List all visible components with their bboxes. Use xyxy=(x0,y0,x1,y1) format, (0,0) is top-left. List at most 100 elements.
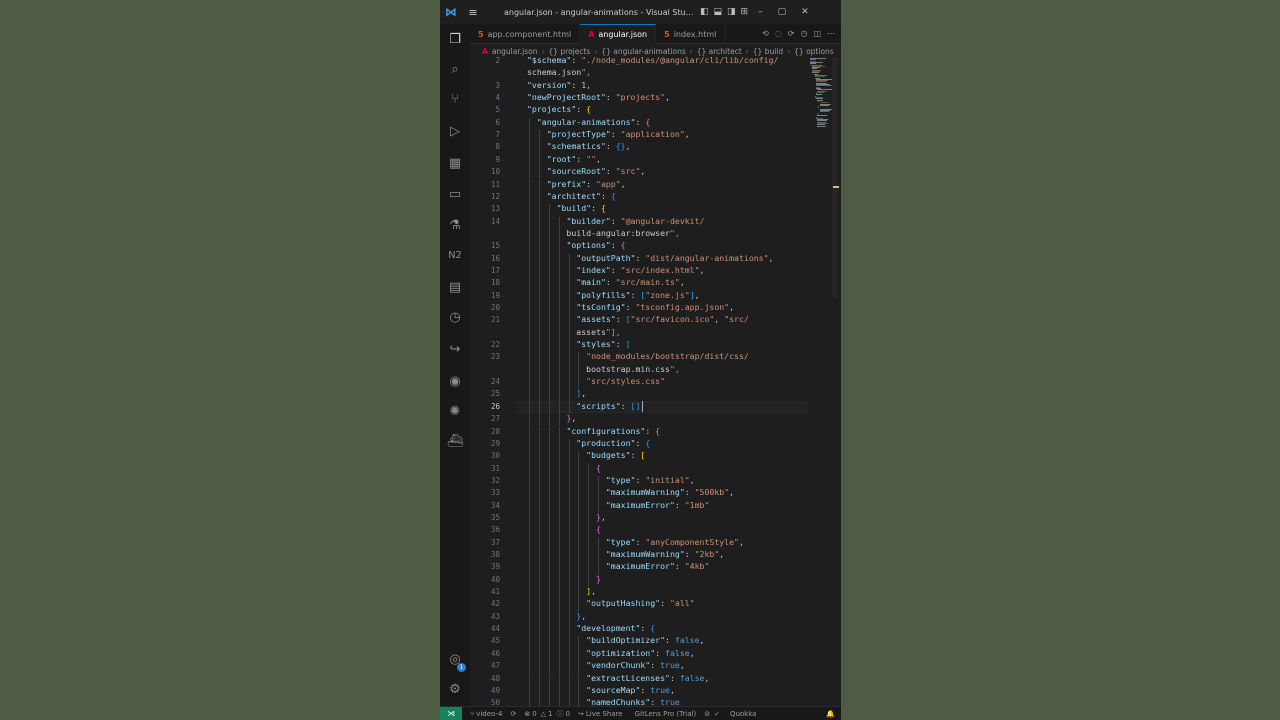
manage-gear-icon[interactable]: ⚙ xyxy=(440,682,470,697)
code-line[interactable]: "main": "src/main.ts", xyxy=(527,277,684,287)
go-back-icon[interactable]: ◌ xyxy=(775,29,782,38)
code-line[interactable]: "polyfills": ["zone.js"], xyxy=(527,290,699,300)
source-control-icon[interactable]: ⑂ xyxy=(440,92,470,107)
info-count[interactable]: 0 xyxy=(566,710,570,718)
code-line[interactable]: "vendorChunk": true, xyxy=(527,660,685,670)
check-icon[interactable]: ✓ xyxy=(714,710,720,718)
code-line[interactable]: "outputPath": "dist/angular-animations", xyxy=(527,253,773,263)
code-line[interactable]: "options": { xyxy=(527,240,625,250)
code-line[interactable]: "index": "src/index.html", xyxy=(527,265,704,275)
code-line[interactable]: "styles": [ xyxy=(527,339,630,349)
minimize-icon[interactable]: – xyxy=(758,7,763,17)
hamburger-icon[interactable]: ≡ xyxy=(462,6,484,19)
quokka-label[interactable]: Quokka xyxy=(730,710,757,718)
code-area[interactable]: "$schema": "./node_modules/@angular/cli/… xyxy=(527,56,817,706)
timeline-icon[interactable]: ◷ xyxy=(440,310,470,325)
docker-icon[interactable]: ⛴ xyxy=(440,434,470,449)
explorer-icon[interactable]: ❐ xyxy=(440,32,470,47)
tab-app-component-html[interactable]: 5 app.component.html xyxy=(470,24,581,44)
timeline-icon[interactable]: ◷ xyxy=(800,29,807,38)
code-line[interactable]: "maximumError": "1mb" xyxy=(527,500,710,510)
accounts-icon[interactable]: ◎ 1 xyxy=(440,652,470,672)
branch-name[interactable]: video-4 xyxy=(476,710,502,718)
code-line[interactable]: "buildOptimizer": false, xyxy=(527,635,704,645)
code-line[interactable]: "optimization": false, xyxy=(527,648,694,658)
toggle-sidebar-icon[interactable]: ◧ xyxy=(700,7,709,17)
compare-icon[interactable]: ⟲ xyxy=(762,29,769,38)
code-line[interactable]: "version": 1, xyxy=(527,80,591,90)
code-line[interactable]: "assets": ["src/favicon.ico", "src/ xyxy=(527,314,749,324)
testing-icon[interactable]: ⚗ xyxy=(440,218,470,233)
code-line[interactable]: "scripts": [] xyxy=(527,401,640,411)
code-line[interactable]: "configurations": { xyxy=(527,426,660,436)
code-line[interactable]: "maximumError": "4kb" xyxy=(527,561,710,571)
code-line[interactable]: "architect": { xyxy=(527,191,616,201)
maximize-icon[interactable]: ▢ xyxy=(778,7,787,17)
code-line[interactable]: "projects": { xyxy=(527,104,591,114)
breadcrumb-item[interactable]: angular.json xyxy=(492,47,538,56)
code-line[interactable]: "type": "initial", xyxy=(527,475,695,485)
code-line[interactable]: "builder": "@angular-devkit/ xyxy=(527,216,704,226)
code-line[interactable]: "outputHashing": "all" xyxy=(527,598,694,608)
code-line[interactable]: "schematics": {}, xyxy=(527,141,631,151)
more-actions-icon[interactable]: ⋯ xyxy=(827,29,835,38)
nx-console-icon[interactable]: N2 xyxy=(440,250,470,261)
code-line[interactable]: "budgets": [ xyxy=(527,450,645,460)
code-line[interactable]: }, xyxy=(527,413,576,423)
code-line[interactable]: "prefix": "app", xyxy=(527,179,626,189)
search-icon[interactable]: ⌕ xyxy=(440,62,470,77)
line-number: 22 xyxy=(490,340,500,350)
vertical-scrollbar[interactable] xyxy=(832,58,838,298)
clipboard-icon[interactable]: ▤ xyxy=(440,280,470,295)
live-share-label[interactable]: Live Share xyxy=(586,710,623,718)
github-icon[interactable]: ◉ xyxy=(440,374,470,389)
error-count[interactable]: 0 xyxy=(532,710,536,718)
code-line[interactable]: assets"], xyxy=(527,327,620,337)
tab-angular-json[interactable]: A angular.json xyxy=(580,24,657,44)
breadcrumb-item[interactable]: {} projects xyxy=(548,47,590,56)
line-number: 31 xyxy=(490,463,500,473)
line-number: 45 xyxy=(490,636,500,646)
bell-slash-icon[interactable]: ⊘ xyxy=(704,710,710,718)
code-line[interactable]: }, xyxy=(527,611,586,621)
remote-explorer-icon[interactable]: ▭ xyxy=(440,187,470,202)
code-line[interactable]: build-angular:browser", xyxy=(527,228,679,238)
toggle-secondary-sidebar-icon[interactable]: ◨ xyxy=(727,7,736,17)
breadcrumb-item[interactable]: {} angular-animations xyxy=(601,47,685,56)
code-line[interactable]: "namedChunks": true xyxy=(527,697,680,706)
sync-icon[interactable]: ⟳ xyxy=(510,710,516,718)
gitlens-icon[interactable]: ✺ xyxy=(440,404,470,419)
notifications-icon[interactable]: 🔔 xyxy=(826,710,835,718)
toggle-panel-icon[interactable]: ⬓ xyxy=(714,7,723,17)
tab-index-html[interactable]: 5 index.html xyxy=(656,24,726,44)
code-line[interactable]: "node_modules/bootstrap/dist/css/ xyxy=(527,351,749,361)
code-line[interactable]: "maximumWarning": "2kb", xyxy=(527,549,724,559)
code-editor[interactable]: 2 3 4 5 6 7 8 9 10 11 12 13 14 15 16 17 18 19 20 21 22 23 24 25… xyxy=(470,56,841,706)
code-line[interactable]: "development": { xyxy=(527,623,655,633)
split-editor-icon[interactable]: ◫ xyxy=(813,29,821,38)
live-share-icon[interactable]: ↪ xyxy=(440,342,470,357)
code-line[interactable]: "projectType": "application", xyxy=(527,129,690,139)
go-forward-icon[interactable]: ⟳ xyxy=(788,29,795,38)
minimap-line xyxy=(816,94,822,96)
code-line[interactable]: schema.json", xyxy=(527,67,591,77)
customize-layout-icon[interactable]: ⊞ xyxy=(741,7,749,17)
close-icon[interactable]: ✕ xyxy=(801,7,809,17)
code-line[interactable]: "newProjectRoot": "projects", xyxy=(527,92,670,102)
extensions-icon[interactable]: ▦ xyxy=(440,156,470,171)
code-line[interactable]: "angular-animations": { xyxy=(527,117,650,127)
remote-icon[interactable]: ⋊ xyxy=(440,706,462,720)
code-line[interactable]: bootstrap.min.css", xyxy=(527,364,680,374)
code-line[interactable]: "$schema": "./node_modules/@angular/cli/… xyxy=(527,56,778,65)
code-line[interactable]: "extractLicenses": false, xyxy=(527,673,709,683)
breadcrumb-item[interactable]: {} build xyxy=(753,47,783,56)
code-line[interactable]: ], xyxy=(527,388,586,398)
run-debug-icon[interactable]: ▷ xyxy=(440,124,470,139)
gitlens-label[interactable]: GitLens Pro (Trial) xyxy=(635,710,697,718)
code-line[interactable]: ], xyxy=(527,586,596,596)
breadcrumb-item[interactable]: {} options xyxy=(794,47,834,56)
breadcrumb-item[interactable]: {} architect xyxy=(697,47,742,56)
code-line[interactable]: "production": { xyxy=(527,438,650,448)
code-line[interactable]: "sourceRoot": "src", xyxy=(527,166,646,176)
warning-count[interactable]: 1 xyxy=(548,710,552,718)
